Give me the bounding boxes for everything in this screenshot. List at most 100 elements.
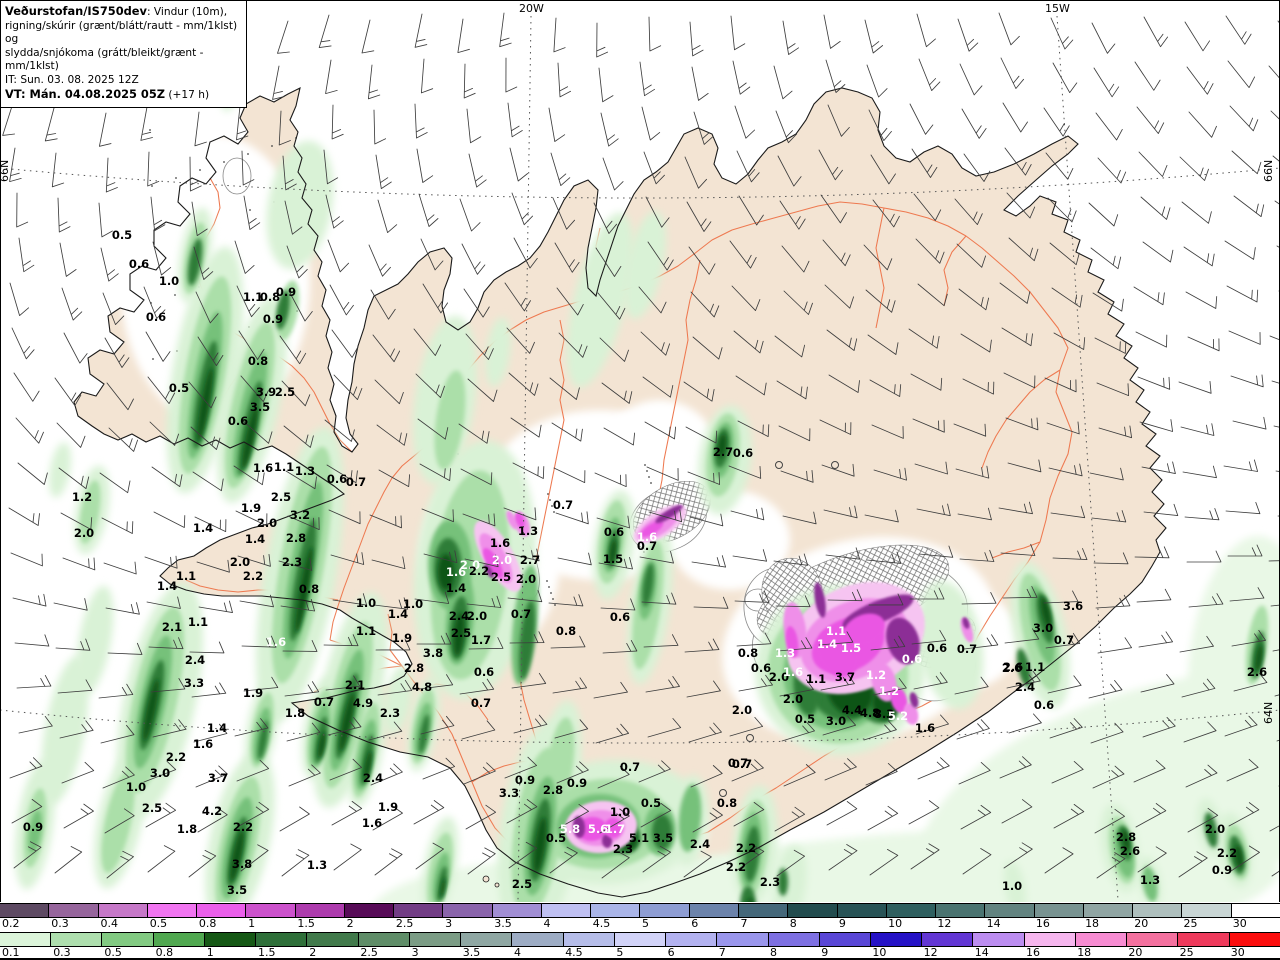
precip-value-label: 3.9 <box>256 385 276 399</box>
colorbar-tick-label: 8 <box>789 917 797 930</box>
precip-value-label: 2.0 <box>74 526 94 540</box>
precip-value-label: 2.2 <box>469 564 489 578</box>
colorbar-panel: 0.2 0.3 0.4 0.5 0.8 1 1.5 2 2.5 3 3.5 4 4.5 5 6 7 8 9 10 12… <box>0 902 1280 960</box>
colorbar-tick-label: 30 <box>1232 917 1247 930</box>
forecast-legend: Veðurstofan/IS750dev: Vindur (10m), rign… <box>0 0 247 108</box>
precip-value-label: 3.5 <box>653 831 673 845</box>
precip-value-label: 2.0 <box>516 572 536 586</box>
precip-value-label: 1.1 <box>274 460 294 474</box>
precip-value-label: 5.2 <box>888 709 908 723</box>
precip-value-label: 0.6 <box>474 665 494 679</box>
precip-value-label: 0.5 <box>169 381 189 395</box>
precip-value-label: 1.7 <box>605 822 625 836</box>
colorbar-cell <box>1178 933 1230 946</box>
precip-value-label: 0.8 <box>248 354 268 368</box>
precip-value-label: 1.9 <box>241 501 261 515</box>
precip-value-label: 0.7 <box>553 498 573 512</box>
precip-value-label: 2.0 <box>467 609 487 623</box>
precip-value-label: 2.6 <box>1247 665 1267 679</box>
colorbar-cell <box>147 904 198 917</box>
precip-value-label: 2.2 <box>243 569 263 583</box>
colorbar-cell <box>922 933 974 946</box>
precip-value-label: 2.2 <box>166 750 186 764</box>
precip-value-label: 1.0 <box>610 805 630 819</box>
precip-value-label: 1.3 <box>1140 873 1160 887</box>
precip-value-label: 0.9 <box>263 312 283 326</box>
precip-value-label: 2.1 <box>162 620 182 634</box>
precip-value-label: 3.3 <box>184 676 204 690</box>
legend-valid-time: VT: Mán. 04.08.2025 05Z (+17 h) <box>5 87 210 102</box>
precip-value-label: 1.4 <box>207 721 227 735</box>
svg-text:66N: 66N <box>0 160 11 182</box>
precip-value-label: 0.7 <box>637 539 657 553</box>
precip-value-label: 2.4 <box>185 653 205 667</box>
precip-value-label: 2.8 <box>404 661 424 675</box>
precip-value-label: 0.7 <box>314 695 334 709</box>
precip-value-label: 2.0 <box>1205 822 1225 836</box>
colorbar-cell <box>1034 904 1084 917</box>
colorbar-tick-label: 0.8 <box>198 917 217 930</box>
precip-value-label: 0.8 <box>556 624 576 638</box>
colorbar-tick-label: 20 <box>1134 917 1149 930</box>
colorbar-cell <box>666 933 718 946</box>
precip-value-label: 2.0 <box>732 703 752 717</box>
precip-value-label: 1.3 <box>775 646 795 660</box>
colorbar-cell <box>344 904 395 917</box>
colorbar-cell <box>870 933 923 946</box>
precip-value-label: 2.4 <box>363 771 383 785</box>
precip-value-label: 1.2 <box>866 668 886 682</box>
colorbar-tick-label: 10 <box>888 917 903 930</box>
precip-value-label: 3.3 <box>499 786 519 800</box>
colorbar-cell <box>1083 904 1134 917</box>
precip-value-label: 0.9 <box>515 773 535 787</box>
precip-value-label: 4.2 <box>202 804 222 818</box>
precip-value-label: 2.2 <box>233 820 253 834</box>
precip-value-label: 2.7 <box>520 553 540 567</box>
precip-value-label: 3.0 <box>1033 621 1053 635</box>
precip-value-label: 0.7 <box>620 760 640 774</box>
colorbar-tick-label: 0.2 <box>2 917 20 930</box>
colorbar-cell <box>689 904 739 917</box>
precip-value-label: 1.0 <box>1002 879 1022 893</box>
precip-value-label: 1.4 <box>157 579 177 593</box>
precip-value-label: 1.3 <box>518 524 538 538</box>
precip-value-label: 1.1 <box>356 624 376 638</box>
colorbar-cell <box>443 904 493 917</box>
precip-value-label: 1.6 <box>253 461 273 475</box>
precip-value-label: 1.3 <box>295 464 315 478</box>
precip-value-label: 0.7 <box>1054 633 1074 647</box>
colorbar-cell <box>246 904 296 917</box>
legend-title: Veðurstofan/IS750dev: Vindur (10m), <box>5 4 228 18</box>
precip-value-label: 1.4 <box>388 607 408 621</box>
colorbar-tick-label: 0.5 <box>149 917 168 930</box>
precip-value-label: 0.5 <box>112 228 132 242</box>
precip-value-label: 2.8 <box>286 531 306 545</box>
precip-value-label: 2.5 <box>451 626 471 640</box>
precip-value-label: 1.9 <box>392 631 412 645</box>
precip-value-label: 2.5 <box>142 801 162 815</box>
colorbar-tick-label: 14 <box>986 917 1001 930</box>
precip-value-label: 2.3 <box>760 875 780 889</box>
colorbar-tick-label: 9 <box>838 917 846 930</box>
colorbar-cell <box>1127 933 1179 946</box>
precip-value-label: 1.9 <box>378 800 398 814</box>
precip-value-label: 1.7 <box>471 633 491 647</box>
colorbar-sleet-snow-labels: 0.2 0.3 0.4 0.5 0.8 1 1.5 2 2.5 3 3.5 4 4.5 5 6 7 8 9 10 12… <box>0 917 1280 931</box>
precip-value-label: 3.5 <box>227 883 247 897</box>
colorbar-cell <box>98 904 148 917</box>
precip-value-label: 1.2 <box>72 490 92 504</box>
precip-value-label: 1.1 <box>826 624 846 638</box>
precip-value-label: 2.8 <box>1116 830 1136 844</box>
precip-value-label: 2.5 <box>512 877 532 891</box>
colorbar-tick-label: 3 <box>445 917 453 930</box>
colorbar-tick-label: 0.4 <box>100 917 118 930</box>
colorbar-cell <box>788 904 838 917</box>
precip-value-label: 1.6 <box>446 565 466 579</box>
precip-value-label: 2.0 <box>230 555 250 569</box>
precip-value-label: 2.2 <box>1217 846 1237 860</box>
colorbar-cell <box>886 904 937 917</box>
precip-value-label: 0.7 <box>728 756 748 770</box>
colorbar-cell <box>614 933 667 946</box>
colorbar-cell <box>819 933 871 946</box>
colorbar-cell <box>492 904 542 917</box>
